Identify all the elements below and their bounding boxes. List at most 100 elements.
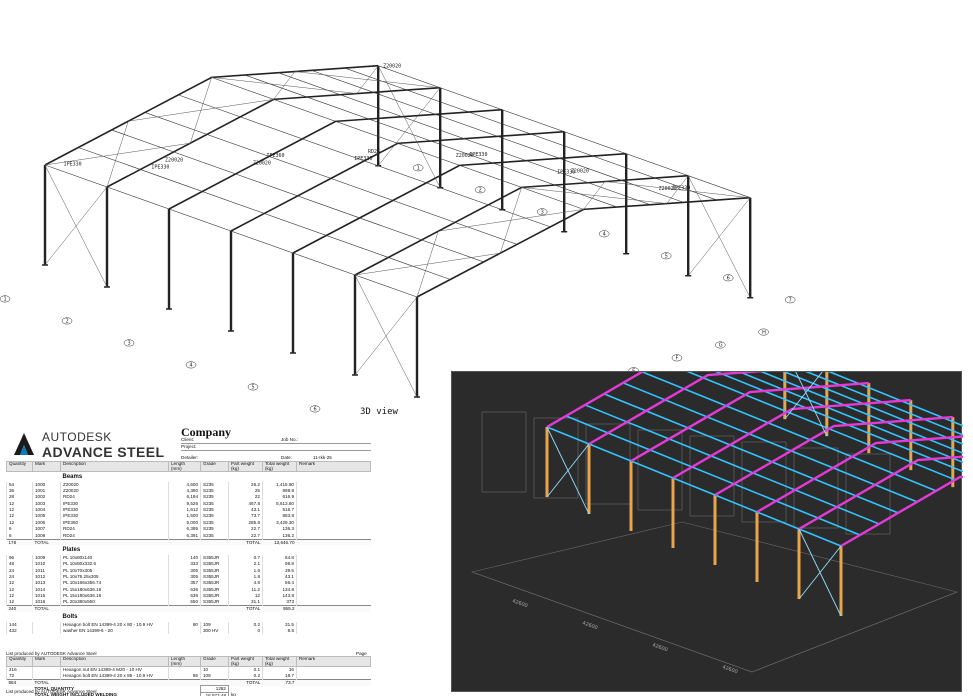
structure-3d-render: 42600 42600 42600 42600	[451, 347, 973, 692]
member-label: IPE360	[266, 153, 284, 159]
table-cell	[32, 627, 61, 635]
summary-value: 1282	[200, 685, 229, 693]
dimension-line	[751, 591, 958, 673]
table-cell: washer EN 14399-6 - 20	[60, 627, 169, 635]
table-cell: 300 HV	[200, 627, 229, 635]
purlins	[44, 65, 751, 298]
wireframe-svg: IPE330Z20020IPE360RD24IPE330Z20020IPE330…	[0, 63, 796, 420]
ghost-grid-cell	[689, 435, 735, 517]
grid-marker-label: 5	[252, 385, 255, 391]
member-label: IPE330	[151, 165, 169, 171]
project-row: Project:	[181, 444, 371, 451]
purlin	[311, 70, 684, 203]
brand-line-2: ADVANCE STEEL	[42, 444, 165, 460]
purlin	[344, 67, 717, 201]
column-header-row: Quantity Mark Description Length (mm) Grade P…	[6, 655, 371, 668]
page-footer-2: List produced by AUTODESK Advance Steel	[6, 689, 97, 694]
member-label: Z20020	[659, 186, 677, 192]
grid-marker-label: 4	[190, 363, 193, 369]
roof-brace	[583, 181, 606, 210]
column-header: Description	[60, 655, 169, 668]
purlin	[111, 129, 484, 263]
summary-unit: kg	[231, 692, 236, 696]
columns	[545, 349, 955, 616]
column-header: Length (mm)	[168, 655, 201, 668]
table-cell	[168, 627, 201, 635]
grid-marker-label: 3	[128, 341, 131, 347]
column-header: Remark	[296, 655, 371, 668]
column-header: Length (mm)	[168, 460, 201, 473]
bracing	[546, 348, 842, 617]
purlin	[278, 72, 651, 205]
summary-value: 16,873.48	[200, 691, 229, 696]
render-rafter	[840, 474, 973, 548]
column-header: Grade	[200, 460, 229, 473]
autodesk-logo-icon	[14, 433, 34, 455]
grid-marker-label: 5	[665, 254, 668, 260]
purlins	[546, 349, 973, 547]
view-label: 3D view	[360, 407, 398, 417]
wall-brace	[44, 164, 108, 288]
roof-brace	[356, 65, 379, 94]
member-label: IPE330	[64, 162, 82, 168]
table-cell: 432	[6, 627, 33, 635]
table-cell: 0	[228, 627, 263, 635]
table-cell: 8.5	[262, 627, 297, 635]
render-brace	[798, 528, 842, 617]
column-header: Total weight (kg)	[262, 460, 297, 473]
grid-marker-label: 3	[541, 210, 544, 216]
render-purlin	[546, 426, 842, 547]
figure-composite: IPE330 Z20020 IPE360 RD24 IPE330 Z20020 IPE330…	[0, 0, 973, 699]
column-header: Quantity	[6, 460, 33, 473]
member-labels: IPE330Z20020IPE360RD24IPE330Z20020IPE330…	[64, 63, 691, 192]
grid-marker-label: 4	[603, 232, 606, 238]
table-cell: 73.7	[262, 678, 297, 686]
dim-label: 42600	[511, 598, 528, 609]
dim-labels: 42600426004260042600	[511, 598, 738, 675]
grid-marker-label: 1	[417, 166, 420, 172]
section-title: Beams	[62, 474, 83, 481]
job-label: Job No.:	[281, 437, 299, 442]
wall-brace	[354, 274, 418, 398]
rafter	[168, 108, 503, 210]
column-header: Part weight (kg)	[228, 460, 263, 473]
column-header: Mark	[32, 655, 61, 668]
render-purlin	[584, 404, 880, 525]
rafter	[354, 174, 689, 276]
render-brace	[546, 426, 590, 515]
column-header: Mark	[32, 460, 61, 473]
section-title-row: Bolts	[7, 612, 371, 621]
section-title: Plates	[62, 547, 81, 554]
section-title-row: Plates	[7, 545, 371, 554]
grid-marker-label: F	[675, 356, 678, 362]
bom-table: Quantity Mark Description Length (mm) Grade P…	[6, 460, 371, 635]
date-value: 11-Ikk-25	[313, 455, 332, 460]
member-label: Z20020	[456, 153, 474, 159]
grid-marker-label: 6	[727, 276, 730, 282]
render-purlin	[603, 393, 899, 514]
dim-label: 42600	[651, 642, 668, 653]
dimension-line	[471, 571, 753, 673]
purlin	[144, 112, 518, 245]
member-label: Z20020	[253, 160, 271, 166]
table-row: 432 washer EN 14399-6 - 20 300 HV 0 8.5	[6, 627, 371, 635]
grid-marker-label: G	[719, 343, 723, 349]
grid-marker-label: 6	[314, 407, 317, 413]
brand-logo: AUTODESK ADVANCE STEEL	[6, 424, 176, 462]
purlin	[211, 77, 584, 210]
ghost-grid-cell	[741, 441, 787, 523]
member-label: IPE330	[354, 156, 372, 162]
rafter	[106, 86, 441, 188]
brand-line-1: AUTODESK	[42, 430, 112, 444]
ghost-grid-cell	[481, 411, 527, 493]
ghost-grid-cell	[585, 423, 631, 505]
member-label: Z20020	[383, 63, 401, 69]
column-header-row: Quantity Mark Description Length (mm) Grade P…	[6, 460, 371, 473]
table-cell: Hexagon bolt EN 14399-4 20 x 80 - 10.9 H…	[60, 621, 169, 628]
detailer-label: Detailer:	[181, 455, 199, 460]
column-header: Part weight (kg)	[228, 655, 263, 668]
column-header: Remark	[296, 460, 371, 473]
structure-3d-line-drawing: IPE330 Z20020 IPE360 RD24 IPE330 Z20020 IPE330…	[0, 0, 973, 420]
rafter	[416, 196, 751, 298]
column-header: Grade	[200, 655, 229, 668]
